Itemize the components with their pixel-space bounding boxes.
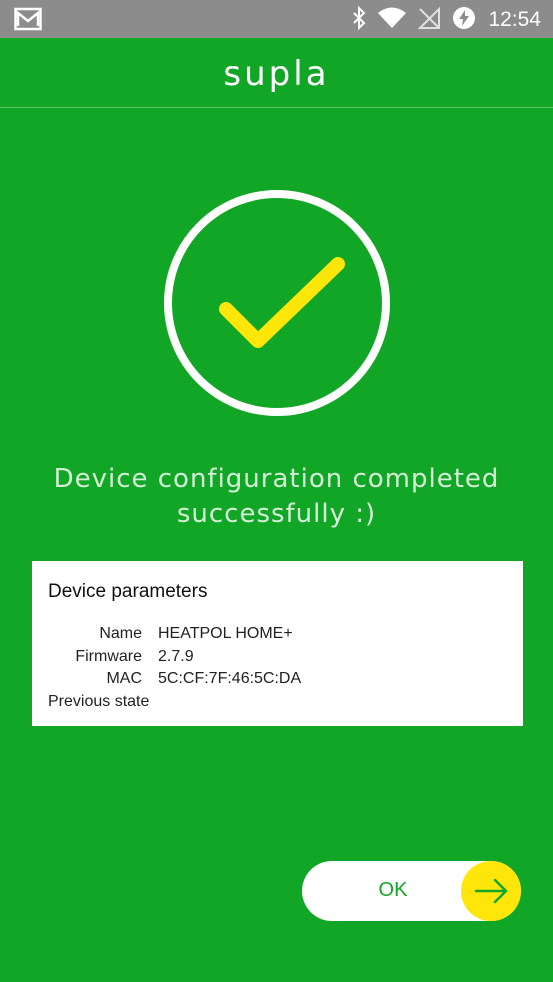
app-logo: supla xyxy=(223,54,330,94)
success-message-line1: Device configuration completed xyxy=(53,464,500,494)
arrow-right-icon xyxy=(461,861,521,921)
parameters-list: Name HEATPOL HOME+ Firmware 2.7.9 MAC 5C… xyxy=(48,623,508,713)
param-row-previous-state: Previous state xyxy=(48,691,508,714)
gmail-icon xyxy=(14,7,42,35)
param-value: 2.7.9 xyxy=(158,647,194,665)
no-sim-icon xyxy=(418,6,441,33)
bluetooth-icon xyxy=(352,5,366,34)
param-label: Firmware xyxy=(75,647,142,665)
card-title: Device parameters xyxy=(48,581,208,602)
success-message: Device configuration completed successfu… xyxy=(20,462,533,532)
checkmark-icon xyxy=(164,190,390,416)
device-parameters-card: Device parameters Name HEATPOL HOME+ Fir… xyxy=(32,561,523,726)
param-label: Previous state xyxy=(48,692,150,710)
app-header: supla xyxy=(0,38,553,108)
param-label: MAC xyxy=(106,670,142,688)
success-message-line2: successfully :) xyxy=(176,499,377,529)
param-value: HEATPOL HOME+ xyxy=(158,625,293,643)
param-row-mac: MAC 5C:CF:7F:46:5C:DA xyxy=(48,668,508,691)
param-value: 5C:CF:7F:46:5C:DA xyxy=(158,670,302,688)
clock: 12:54 xyxy=(488,8,541,31)
param-row-firmware: Firmware 2.7.9 xyxy=(48,646,508,669)
param-row-name: Name HEATPOL HOME+ xyxy=(48,623,508,646)
status-bar: 12:54 xyxy=(0,0,553,38)
wifi-icon xyxy=(378,7,407,33)
success-indicator xyxy=(162,188,392,418)
battery-saver-icon xyxy=(452,6,476,34)
ok-button[interactable]: OK xyxy=(302,861,521,921)
ok-button-label: OK xyxy=(378,879,408,901)
param-label: Name xyxy=(99,625,142,643)
